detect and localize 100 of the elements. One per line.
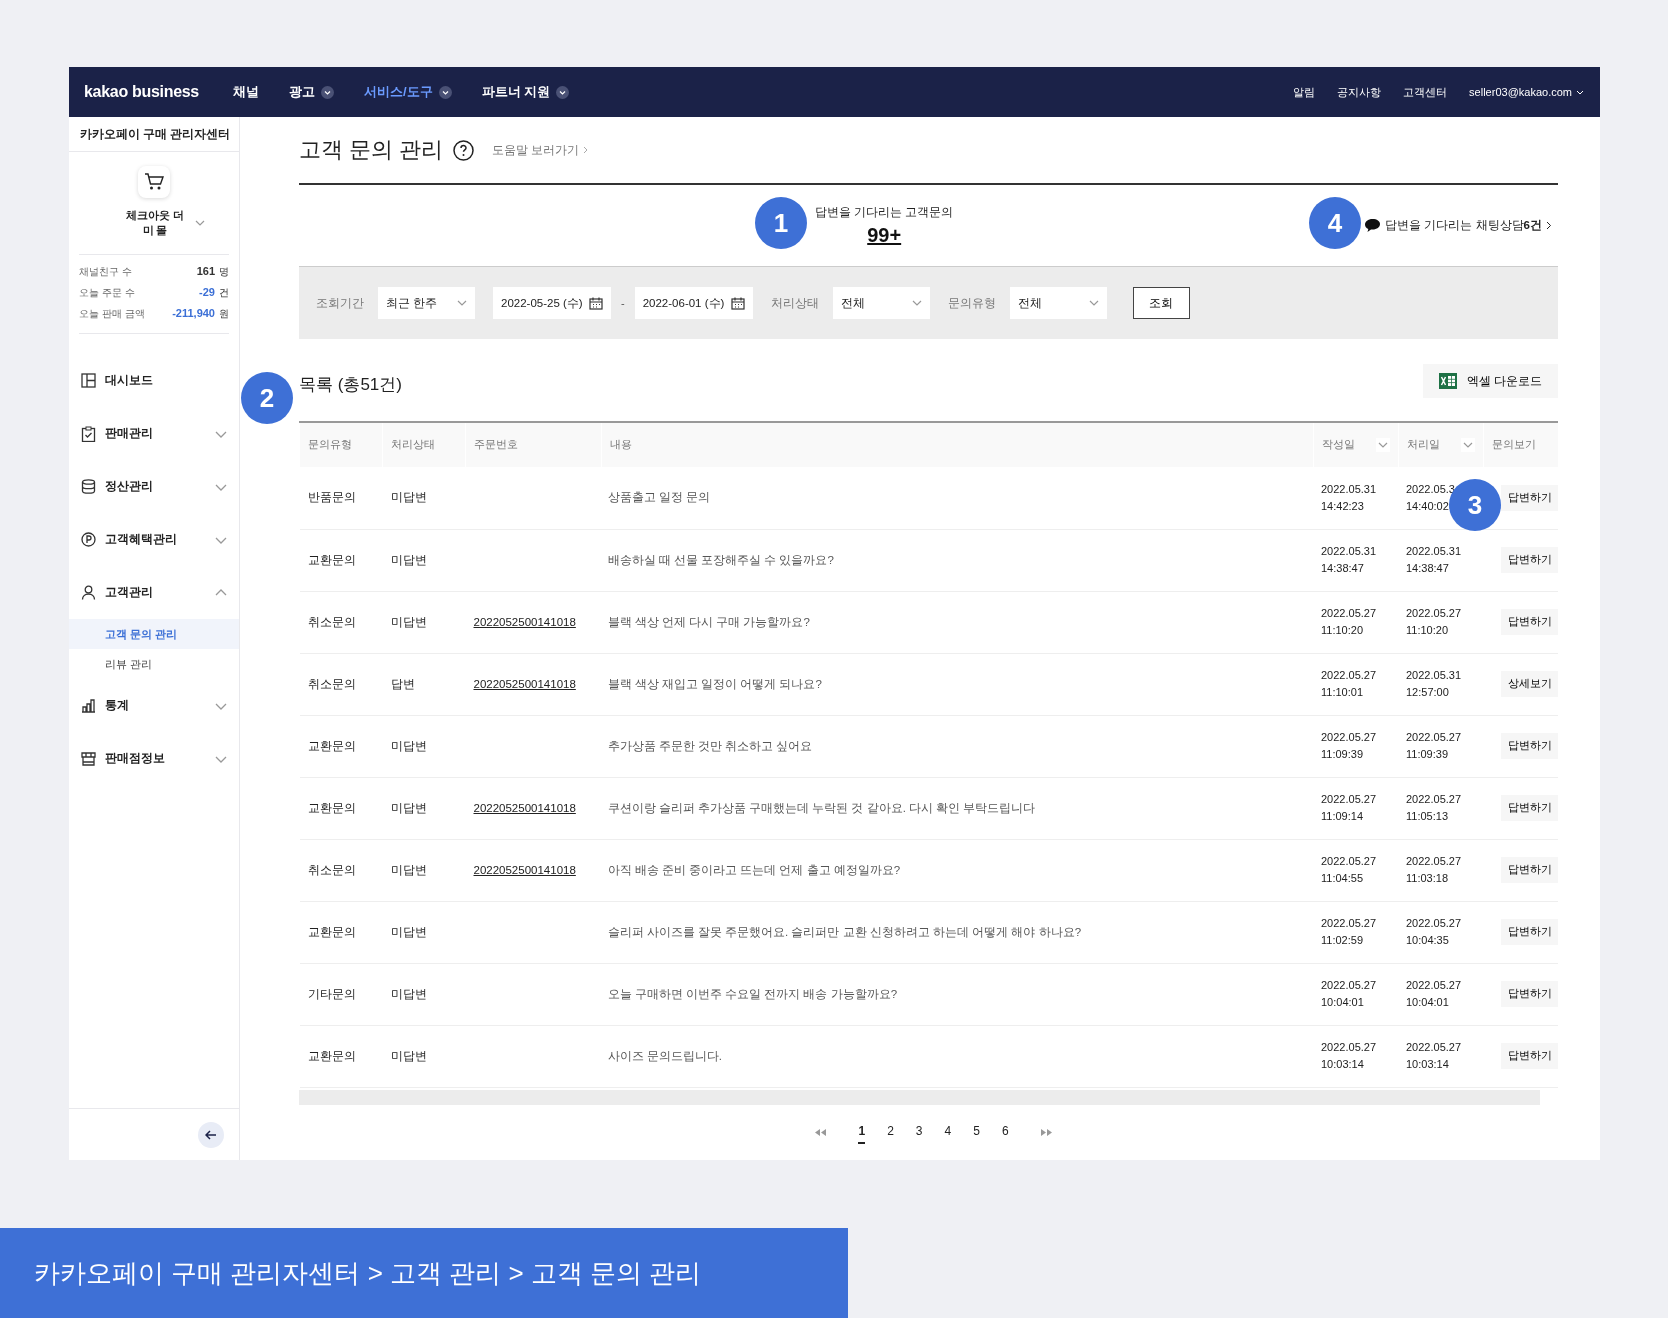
- nav-item[interactable]: 채널: [233, 83, 259, 101]
- created-date: 2022.05.27: [1321, 854, 1378, 869]
- stat-label: 오늘 판매 금액: [79, 307, 145, 321]
- nav-link[interactable]: 공지사항: [1337, 84, 1382, 100]
- page-title: 고객 문의 관리: [299, 136, 444, 164]
- column-header[interactable]: 처리일: [1406, 438, 1440, 452]
- created-date: 2022.05.31: [1321, 544, 1378, 559]
- processed-date: 2022.05.27: [1406, 1040, 1463, 1055]
- cart-icon: [144, 173, 164, 191]
- help-link[interactable]: 도움말 보러가기: [492, 142, 589, 158]
- date-separator: -: [621, 297, 625, 309]
- processed-date: 2022.05.27: [1406, 916, 1463, 931]
- menu-item[interactable]: 판매관리: [69, 407, 239, 460]
- column-header: 문의유형: [308, 438, 352, 452]
- created-time: 11:02:59: [1321, 933, 1364, 948]
- created-date: 2022.05.27: [1321, 978, 1378, 993]
- created-time: 11:09:39: [1321, 747, 1364, 762]
- inquiry-status: 미답변: [390, 739, 427, 752]
- processed-date: 2022.05.27: [1406, 854, 1463, 869]
- inquiry-content: 아직 배송 준비 중이라고 뜨는데 언제 출고 예정일까요?: [607, 863, 901, 876]
- order-number-link[interactable]: 2022052500141018: [473, 678, 576, 690]
- order-number-link[interactable]: 2022052500141018: [473, 864, 576, 876]
- nav-item[interactable]: 광고: [289, 83, 334, 101]
- chevron-icon: [911, 300, 922, 306]
- menu-item[interactable]: 정산관리: [69, 460, 239, 513]
- created-time: 11:04:55: [1321, 871, 1364, 886]
- nav-link[interactable]: 고객센터: [1403, 84, 1448, 100]
- submenu-item[interactable]: 고객 문의 관리: [69, 619, 239, 649]
- account-menu[interactable]: seller03@kakao.com: [1469, 86, 1584, 98]
- store-icon: [81, 751, 96, 766]
- column-header[interactable]: 작성일: [1321, 438, 1355, 452]
- chat-link[interactable]: 답변을 기다리는 채팅상담6건: [1364, 218, 1552, 233]
- chevron-icon: [1088, 300, 1099, 306]
- nav-item[interactable]: 서비스/도구: [364, 83, 452, 101]
- first-page-button[interactable]: [815, 1128, 827, 1136]
- waiting-count[interactable]: 99+: [867, 223, 902, 247]
- chevron-icon: [457, 300, 467, 306]
- menu-item[interactable]: 판매점정보: [69, 732, 239, 785]
- store-name[interactable]: 체크아웃 더미 몰: [123, 208, 187, 238]
- processed-time: 11:10:20: [1406, 623, 1449, 638]
- page-number[interactable]: 2: [887, 1120, 894, 1145]
- row-action-button[interactable]: 답변하기: [1501, 547, 1558, 573]
- filter-label: 문의유형: [947, 295, 996, 311]
- center-title: 카카오페이 구매 관리자센터: [69, 117, 239, 152]
- search-button[interactable]: 조회: [1132, 287, 1190, 319]
- row-action-button[interactable]: 답변하기: [1501, 1043, 1558, 1069]
- double-right-icon: [1040, 1128, 1052, 1136]
- date-field[interactable]: 2022-05-25 (수): [493, 287, 611, 319]
- processed-time: 14:40:02: [1406, 498, 1450, 514]
- spreadsheet-icon: [1438, 373, 1457, 389]
- inquiry-type: 교환문의: [307, 925, 356, 938]
- created-date: 2022.05.31: [1321, 481, 1378, 497]
- order-number-link[interactable]: 2022052500141018: [473, 802, 576, 814]
- processed-date: 2022.05.27: [1406, 978, 1463, 993]
- row-action-button[interactable]: 상세보기: [1501, 671, 1558, 697]
- processed-time: 11:09:39: [1406, 747, 1449, 762]
- row-action-button[interactable]: 답변하기: [1501, 609, 1558, 635]
- menu-item[interactable]: 대시보드: [69, 354, 239, 407]
- page-number[interactable]: 3: [915, 1120, 923, 1145]
- chevron-icon: [1462, 442, 1473, 448]
- sort-toggle[interactable]: [1375, 438, 1390, 452]
- stat-label: 채널친구 수: [79, 265, 132, 279]
- stat-unit: 명: [219, 265, 229, 279]
- column-header: 내용: [610, 438, 632, 452]
- brand-logo[interactable]: kakao business: [84, 83, 199, 101]
- date-field[interactable]: 2022-06-01 (수): [634, 287, 753, 319]
- row-action-button[interactable]: 답변하기: [1501, 981, 1558, 1007]
- waiting-label: 답변을 기다리는 고객문의: [815, 204, 954, 220]
- breadcrumb-caption: 카카오페이 구매 관리자센터 > 고객 관리 > 고객 문의 관리: [0, 1228, 848, 1318]
- row-action-button[interactable]: 답변하기: [1501, 857, 1558, 883]
- help-icon[interactable]: [453, 139, 475, 161]
- collapse-button[interactable]: [198, 1121, 224, 1148]
- submenu-item[interactable]: 리뷰 관리: [69, 649, 239, 679]
- menu-item[interactable]: 고객관리: [69, 566, 239, 619]
- row-action-button[interactable]: 답변하기: [1501, 733, 1558, 759]
- processed-time: 11:05:13: [1406, 809, 1449, 824]
- nav-item[interactable]: 파트너 지원: [481, 83, 570, 101]
- row-action-button[interactable]: 답변하기: [1501, 484, 1558, 511]
- menu-item[interactable]: 통계: [69, 679, 239, 732]
- last-page-button[interactable]: [1040, 1128, 1052, 1136]
- page-number[interactable]: 5: [973, 1120, 980, 1145]
- nav-link[interactable]: 알림: [1293, 84, 1316, 100]
- filter-select[interactable]: 최근 한주: [378, 287, 475, 319]
- page-number[interactable]: 4: [944, 1120, 952, 1145]
- menu-item[interactable]: 고객혜택관리: [69, 513, 239, 566]
- filter-select[interactable]: 전체: [1009, 287, 1107, 319]
- excel-download-button[interactable]: 엑셀 다운로드: [1422, 364, 1558, 398]
- order-number-link[interactable]: 2022052500141018: [473, 616, 576, 628]
- inquiry-content: 슬리퍼 사이즈를 잘못 주문했어요. 슬리퍼만 교환 신청하려고 하는데 어떻게 해야 하나요?: [607, 925, 1082, 938]
- sort-toggle[interactable]: [1460, 438, 1475, 452]
- point-icon: [81, 532, 96, 547]
- filter-select[interactable]: 전체: [832, 287, 930, 319]
- row-action-button[interactable]: 답변하기: [1501, 795, 1558, 821]
- row-action-button[interactable]: 답변하기: [1501, 919, 1558, 945]
- created-time: 10:03:14: [1321, 1057, 1365, 1072]
- page-number[interactable]: 6: [1001, 1120, 1009, 1145]
- page-number[interactable]: 1: [858, 1120, 866, 1145]
- column-header: 처리상태: [391, 438, 435, 452]
- inquiry-status: 미답변: [390, 863, 427, 876]
- inquiry-content: 추가상품 주문한 것만 취소하고 싶어요: [607, 739, 813, 752]
